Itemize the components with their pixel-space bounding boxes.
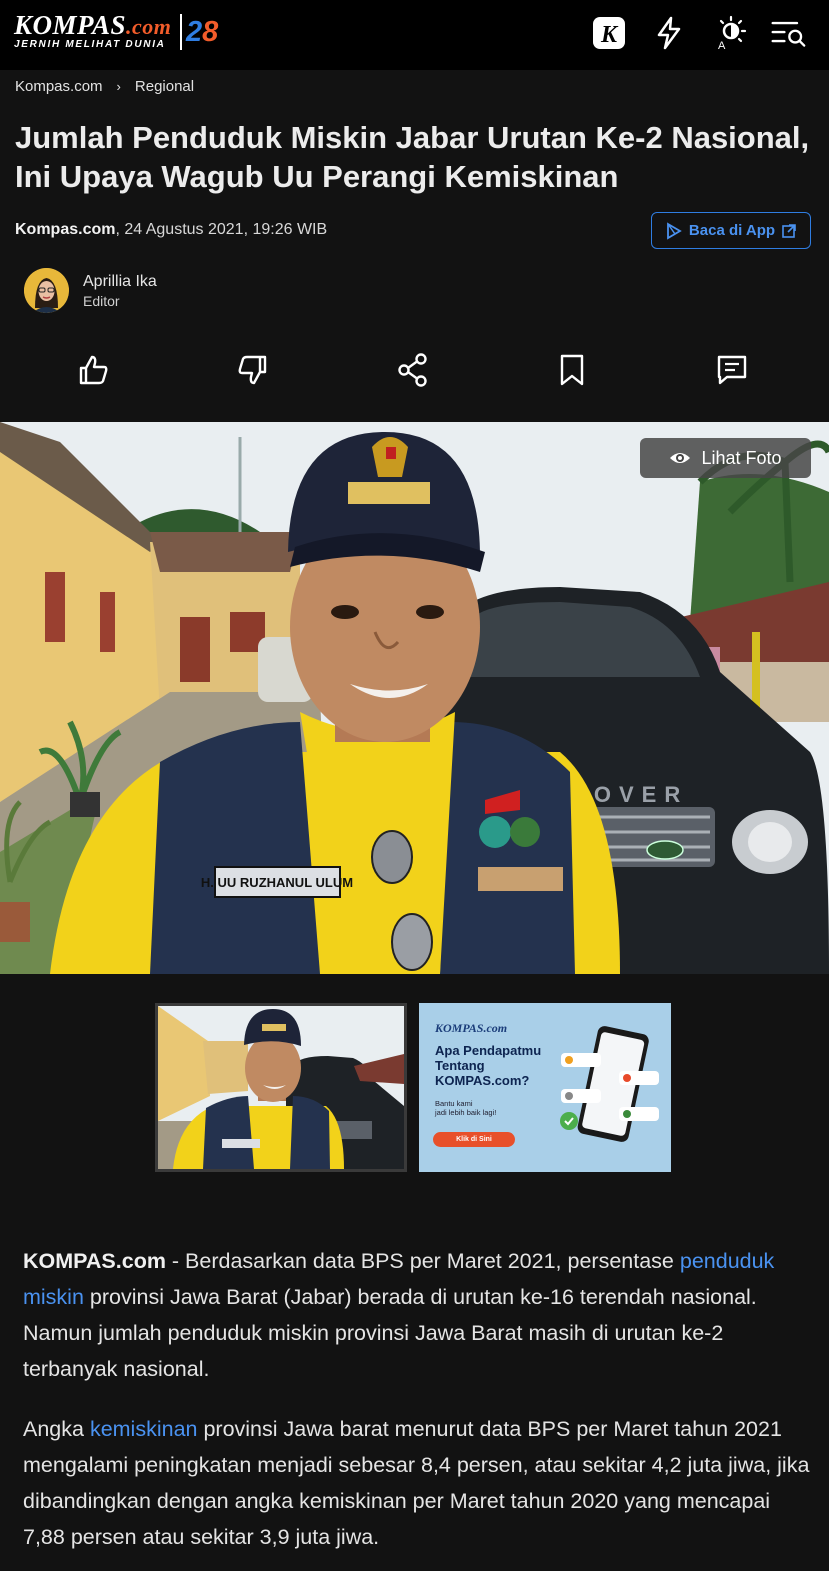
ad-headline-line1: Apa Pendapatmu [435, 1043, 542, 1058]
eye-icon [670, 453, 691, 463]
logo-tagline: JERNIH MELIHAT DUNIA [14, 39, 166, 50]
photo-thumbnail[interactable] [155, 1003, 407, 1172]
hero-photo[interactable]: ROVER H. UU RUZHANUL ULUM [0, 422, 829, 974]
theme-toggle-icon[interactable]: A [711, 15, 747, 51]
like-icon[interactable] [68, 345, 118, 395]
bookmark-icon[interactable] [547, 345, 597, 395]
anniversary-badge: 28 [180, 14, 218, 50]
paragraph: Angka kemiskinan provinsi Jawa barat men… [23, 1417, 810, 1549]
phone-illustration-icon [560, 1026, 659, 1142]
article-meta: Kompas.com, 24 Agustus 2021, 19:26 WIB [15, 221, 327, 239]
author-role: Editor [83, 292, 120, 309]
ad-subtext-line1: Bantu kami [435, 1099, 473, 1108]
article-body: KOMPAS.com - Berdasarkan data BPS per Ma… [23, 1243, 813, 1571]
read-in-app-label: Baca di App [688, 222, 776, 239]
view-photo-label: Lihat Foto [701, 447, 782, 468]
share-icon[interactable] [388, 345, 438, 395]
article-date: , 24 Agustus 2021, 19:26 WIB [115, 221, 328, 238]
svg-text:A: A [718, 40, 726, 51]
read-in-app-button[interactable]: Baca di App [651, 212, 811, 249]
breadcrumb-home[interactable]: Kompas.com [15, 78, 103, 95]
logo-dotcom: .com [126, 14, 172, 39]
top-navigation-bar: KOMPAS.com JERNIH MELIHAT DUNIA 28 K A [0, 0, 829, 70]
paragraph: KOMPAS.com - Berdasarkan data BPS per Ma… [23, 1249, 775, 1381]
dislike-icon[interactable] [228, 345, 278, 395]
breadcrumb: Kompas.com › Regional [15, 78, 194, 95]
ad-cta-button[interactable]: Klik di Sini [433, 1132, 515, 1147]
breadcrumb-separator: › [116, 79, 121, 94]
external-link-icon [782, 223, 796, 238]
lightning-icon[interactable] [651, 15, 687, 51]
kompas-logo[interactable]: KOMPAS.com JERNIH MELIHAT DUNIA [14, 10, 172, 51]
logo-text: KOMPAS [14, 10, 127, 40]
paragraph-lead: KOMPAS.com [23, 1249, 166, 1273]
play-store-icon [667, 221, 682, 240]
author-name: Aprillia Ika [83, 272, 157, 290]
article-action-bar [0, 345, 829, 395]
ad-subtext-line2: jadi lebih baik lagi! [435, 1108, 497, 1117]
author-block[interactable]: Aprillia Ika Editor [24, 268, 157, 313]
kompas-k-icon[interactable]: K [591, 15, 627, 51]
vest-name-tag: H. UU RUZHANUL ULUM [201, 875, 353, 890]
ad-headline-line3: KOMPAS.com? [435, 1073, 530, 1088]
avatar [24, 268, 69, 313]
article-source[interactable]: Kompas.com [15, 221, 115, 238]
link-kemiskinan[interactable]: kemiskinan [90, 1417, 198, 1441]
comment-icon[interactable] [707, 345, 757, 395]
survey-ad-banner[interactable]: KOMPAS.com Apa Pendapatmu Tentang KOMPAS… [419, 1003, 671, 1172]
ad-headline-line2: Tentang [435, 1058, 485, 1073]
svg-text:K: K [600, 22, 619, 48]
view-photo-button[interactable]: Lihat Foto [640, 438, 811, 478]
breadcrumb-section[interactable]: Regional [135, 78, 194, 95]
ad-brand: KOMPAS.com [435, 1021, 508, 1035]
article-title: Jumlah Penduduk Miskin Jabar Urutan Ke-2… [15, 120, 810, 194]
menu-search-icon[interactable] [770, 15, 806, 51]
